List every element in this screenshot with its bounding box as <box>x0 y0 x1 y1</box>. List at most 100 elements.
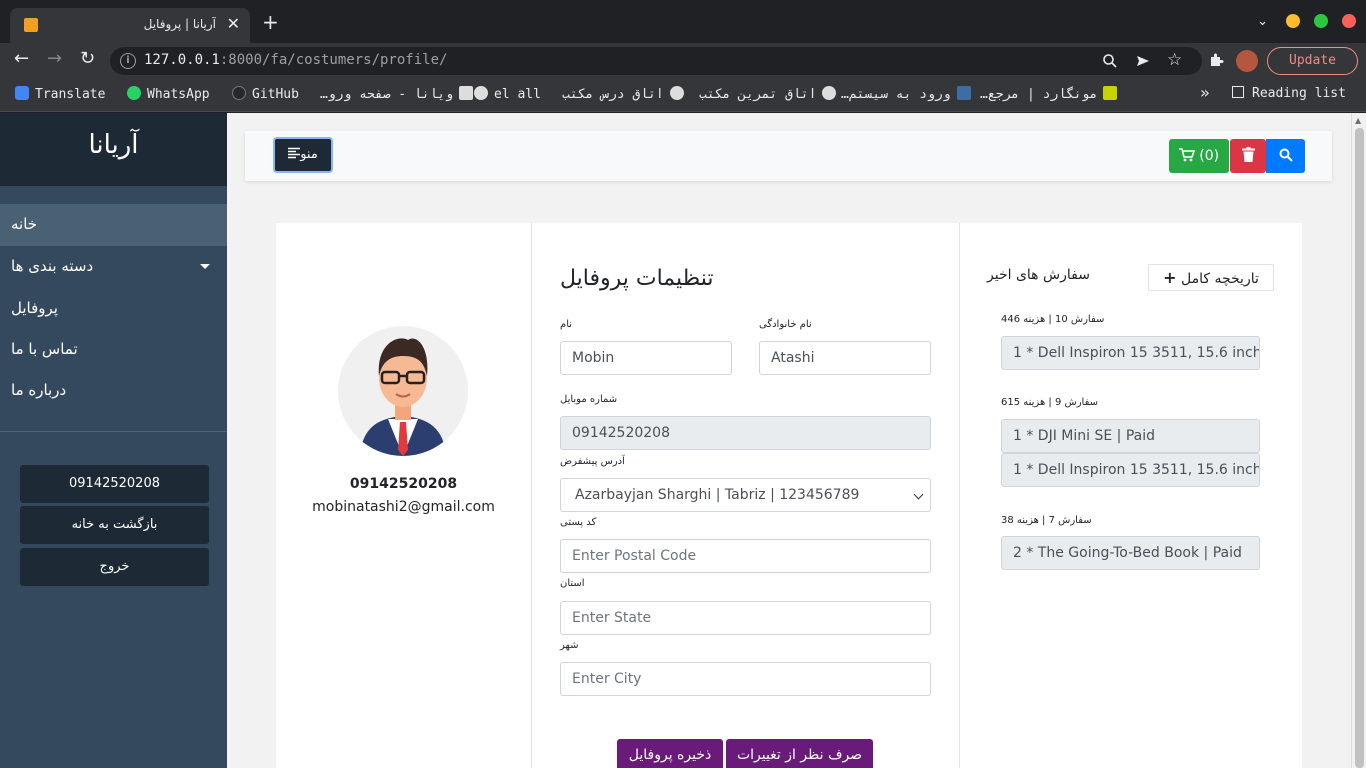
bookmark-login[interactable]: ورود به سیستم… <box>841 86 971 104</box>
minimize-window-button[interactable] <box>1286 14 1300 28</box>
trash-icon <box>1241 147 1255 162</box>
cart-icon <box>1178 148 1195 162</box>
search-button[interactable] <box>1266 139 1305 173</box>
close-window-button[interactable] <box>1342 14 1356 28</box>
favicon-icon <box>24 18 38 32</box>
browser-tab-bar: آریانا | پروفایل ✕ + ⌄ <box>0 0 1366 43</box>
bookmark-viana[interactable]: ویانا - صفحه ورو… <box>320 86 474 104</box>
city-label: شهر <box>560 640 579 651</box>
new-tab-button[interactable]: + <box>262 12 279 32</box>
order-item: 1 * Dell Inspiron 15 3511, 15.6 inch | P… <box>1001 336 1260 370</box>
close-tab-icon[interactable]: ✕ <box>227 14 240 33</box>
search-icon <box>1279 148 1293 162</box>
address-bar[interactable]: i 127.0.0.1:8000/fa/costumers/profile/ ☆ <box>110 47 1202 75</box>
save-profile-button[interactable]: ذخیره پروفایل <box>617 739 723 768</box>
sidebar-item-about[interactable]: درباره ما <box>0 370 227 412</box>
state-label: استان <box>560 578 585 589</box>
avatar-illustration-icon <box>360 338 446 456</box>
zoom-icon[interactable] <box>1102 53 1118 69</box>
bookmark-practice-room[interactable]: اتاق تمرین مکتب <box>699 86 837 104</box>
sidebar-item-home[interactable]: خانه <box>0 204 227 246</box>
sidebar: آریانا خانه دسته بندی ها پروفایل تماس با… <box>0 113 227 768</box>
scrollbar-thumb[interactable] <box>1355 128 1364 768</box>
scroll-up-icon[interactable]: ▲ <box>1355 116 1361 125</box>
browser-tab[interactable]: آریانا | پروفایل ✕ <box>10 8 250 43</box>
menu-lines-icon <box>288 147 301 159</box>
first-name-label: نام <box>560 319 573 330</box>
bookmarks-bar: Translate WhatsApp GitHub ویانا - صفحه و… <box>0 78 1366 112</box>
chevron-down-icon <box>913 489 924 500</box>
user-circle-icon <box>669 86 684 100</box>
whatsapp-icon <box>127 86 141 100</box>
full-history-button[interactable]: + تاریخچه کامل <box>1148 264 1274 291</box>
order-label: سفارش 7 | هزینه 38 <box>1001 515 1092 526</box>
cart-button[interactable]: (0) <box>1169 139 1229 173</box>
state-field[interactable]: Enter State <box>560 601 931 635</box>
profile-avatar-icon[interactable] <box>1236 50 1258 72</box>
maximize-window-button[interactable] <box>1314 14 1328 28</box>
tab-title: آریانا | پروفایل <box>143 17 216 31</box>
order-item: 2 * The Going-To-Bed Book | Paid <box>1001 536 1260 570</box>
city-field[interactable]: Enter City <box>560 662 931 696</box>
address-select[interactable]: Azarbayjan Sharghi | Tabriz | 123456789 <box>560 478 931 512</box>
tab-search-icon[interactable]: ⌄ <box>1257 14 1268 29</box>
full-history-label: تاریخچه کامل <box>1180 271 1259 287</box>
reading-list-button[interactable]: Reading list <box>1232 86 1346 104</box>
logout-button[interactable]: خروج <box>20 548 209 586</box>
address-selected-value: Azarbayjan Sharghi | Tabriz | 123456789 <box>575 487 860 503</box>
url-text: 127.0.0.1:8000/fa/costumers/profile/ <box>144 52 448 68</box>
menu-toggle-button[interactable]: منو <box>273 137 333 173</box>
user-phone: 09142520208 <box>349 476 458 492</box>
order-item: 1 * DJI Mini SE | Paid <box>1001 419 1260 453</box>
user-circle-icon <box>474 86 488 100</box>
brand-title[interactable]: آریانا <box>0 113 227 186</box>
bookmark-class-room[interactable]: اتاق درس مکتب <box>562 86 684 104</box>
cart-count: (0) <box>1199 148 1220 164</box>
sidebar-item-profile[interactable]: پروفایل <box>0 288 227 330</box>
bookmark-github[interactable]: GitHub <box>232 86 299 104</box>
caret-down-icon <box>200 264 210 269</box>
postal-code-label: کد پستی <box>560 517 597 528</box>
bookmark-el-all[interactable]: el all <box>474 86 541 104</box>
page-viewport: آریانا خانه دسته بندی ها پروفایل تماس با… <box>0 113 1366 768</box>
clear-cart-button[interactable] <box>1230 139 1266 173</box>
first-name-field[interactable]: Mobin <box>560 341 732 375</box>
main-content: منو (0) 09142520208 mobinatashi2@gmail.c… <box>227 113 1351 768</box>
forward-icon[interactable]: → <box>47 49 62 69</box>
last-name-field[interactable]: Atashi <box>759 341 931 375</box>
sidebar-item-contact[interactable]: تماس با ما <box>0 329 227 371</box>
extensions-icon[interactable] <box>1208 52 1224 68</box>
update-button[interactable]: Update <box>1267 47 1358 75</box>
bookmark-mongard[interactable]: مونگارد | مرجع… <box>980 86 1118 104</box>
send-icon[interactable] <box>1135 53 1151 69</box>
profile-card: 09142520208 mobinatashi2@gmail.com تنظیم… <box>276 223 1302 768</box>
mobile-field: 09142520208 <box>560 416 931 450</box>
reload-icon[interactable]: ↻ <box>80 49 95 69</box>
user-avatar <box>338 326 468 456</box>
reading-list-icon <box>1232 86 1244 98</box>
site-info-icon[interactable]: i <box>120 53 136 69</box>
page-title: تنظیمات پروفایل <box>560 266 714 291</box>
google-translate-icon <box>15 86 29 100</box>
discard-changes-button[interactable]: صرف نظر از تغییرات <box>726 739 873 768</box>
github-icon <box>232 86 246 100</box>
postal-code-field[interactable]: Enter Postal Code <box>560 539 931 573</box>
viana-icon <box>459 86 474 100</box>
bookmark-star-icon[interactable]: ☆ <box>1167 50 1182 70</box>
back-home-button[interactable]: بازگشت به خانه <box>20 506 209 544</box>
bookmark-whatsapp[interactable]: WhatsApp <box>127 86 210 104</box>
last-name-label: نام خانوادگی <box>759 319 812 330</box>
phone-button[interactable]: 09142520208 <box>20 465 209 503</box>
back-icon[interactable]: ← <box>14 49 29 69</box>
sidebar-item-label: دسته بندی ها <box>11 257 94 275</box>
sidebar-item-categories[interactable]: دسته بندی ها <box>0 246 227 288</box>
order-label: سفارش 9 | هزینه 615 <box>1001 397 1099 408</box>
bookmark-translate[interactable]: Translate <box>15 86 105 104</box>
menu-label: منو <box>300 147 318 162</box>
mongard-icon <box>1103 86 1118 100</box>
page-scrollbar[interactable]: ▲ <box>1351 113 1366 768</box>
column-divider <box>531 223 532 768</box>
order-label: سفارش 10 | هزینه 446 <box>1001 314 1105 325</box>
more-bookmarks-icon[interactable]: » <box>1200 83 1210 102</box>
top-navbar: منو (0) <box>245 131 1332 181</box>
